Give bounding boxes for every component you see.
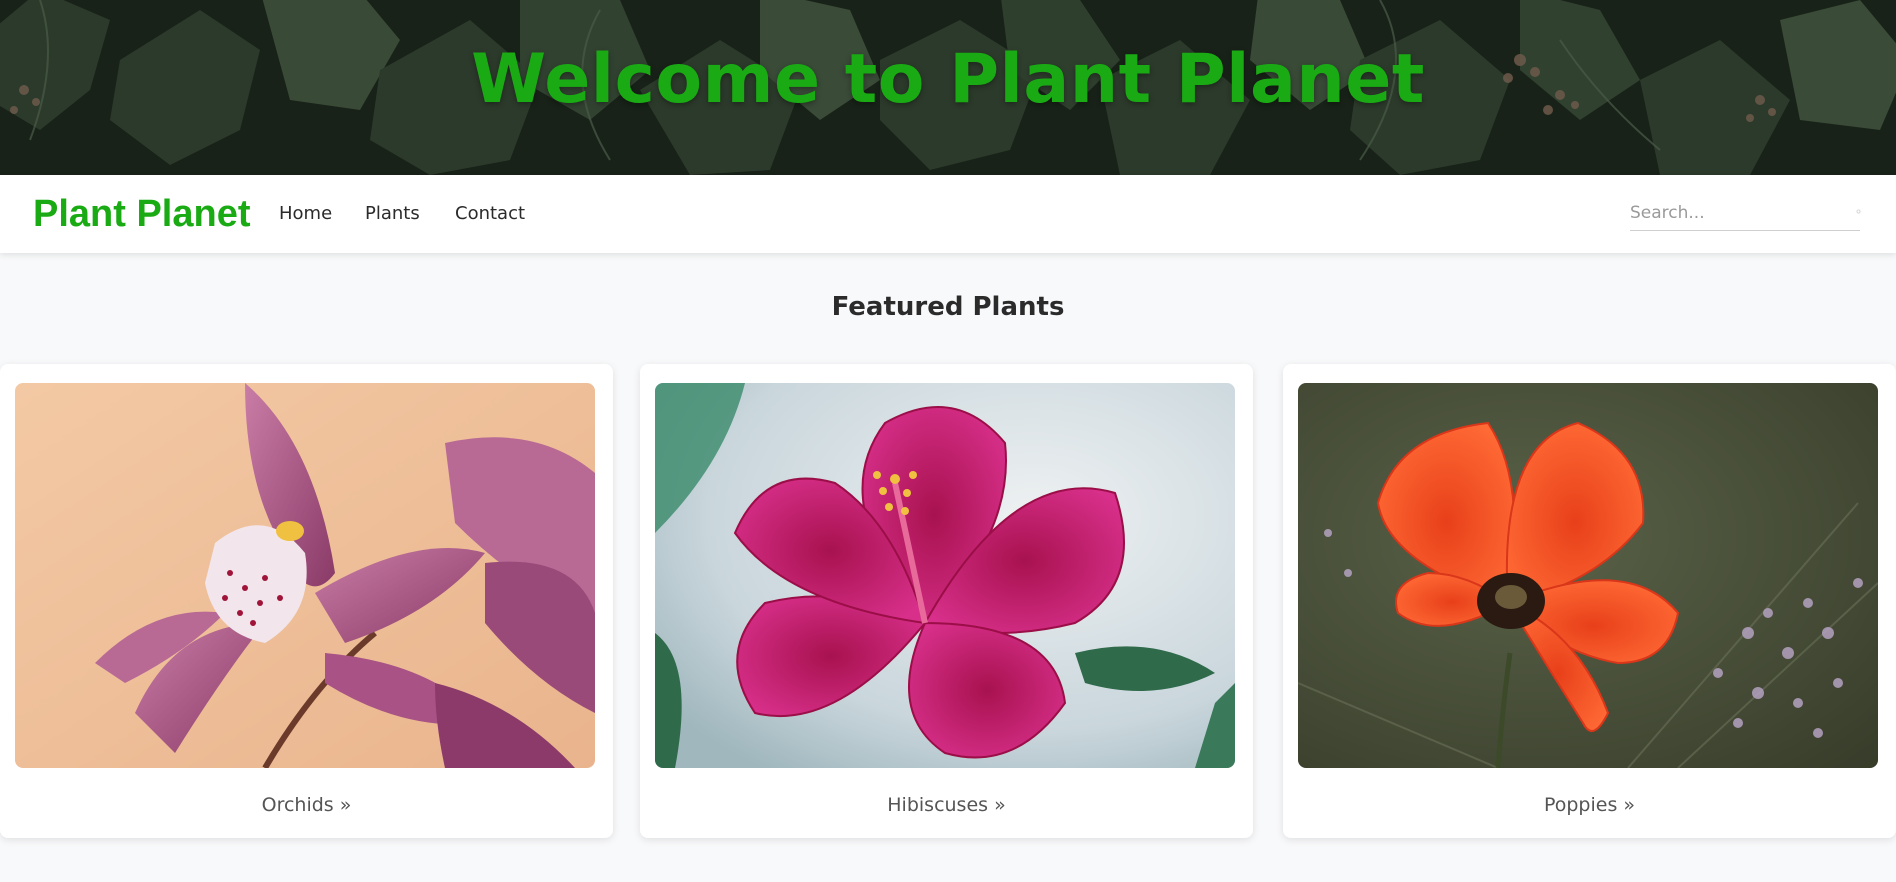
poppies-link[interactable]: Poppies » <box>1283 794 1896 816</box>
hibiscus-photo[interactable] <box>655 383 1235 768</box>
nav-link-plants[interactable]: Plants <box>365 203 420 224</box>
nav-link-home[interactable]: Home <box>279 203 332 224</box>
featured-plants-heading: Featured Plants <box>831 292 1065 322</box>
plant-card-poppies: Poppies » <box>1283 364 1896 838</box>
hero-banner: Welcome to Plant Planet <box>0 0 1896 175</box>
main-navbar: Plant Planet Home Plants Contact <box>0 175 1896 253</box>
search-input[interactable] <box>1630 197 1845 229</box>
search-box <box>1630 197 1862 231</box>
plant-card-hibiscuses: Hibiscuses » <box>640 364 1253 838</box>
nav-link-contact[interactable]: Contact <box>455 203 525 224</box>
orchids-link[interactable]: Orchids » <box>0 794 613 816</box>
brand-logo-link[interactable]: Plant Planet <box>33 193 251 236</box>
orchid-photo[interactable] <box>15 383 595 768</box>
hibiscuses-link[interactable]: Hibiscuses » <box>640 794 1253 816</box>
plant-card-orchids: Orchids » <box>0 364 613 838</box>
search-icon[interactable] <box>1856 209 1862 215</box>
poppy-photo[interactable] <box>1298 383 1878 768</box>
hero-title: Welcome to Plant Planet <box>471 40 1425 119</box>
